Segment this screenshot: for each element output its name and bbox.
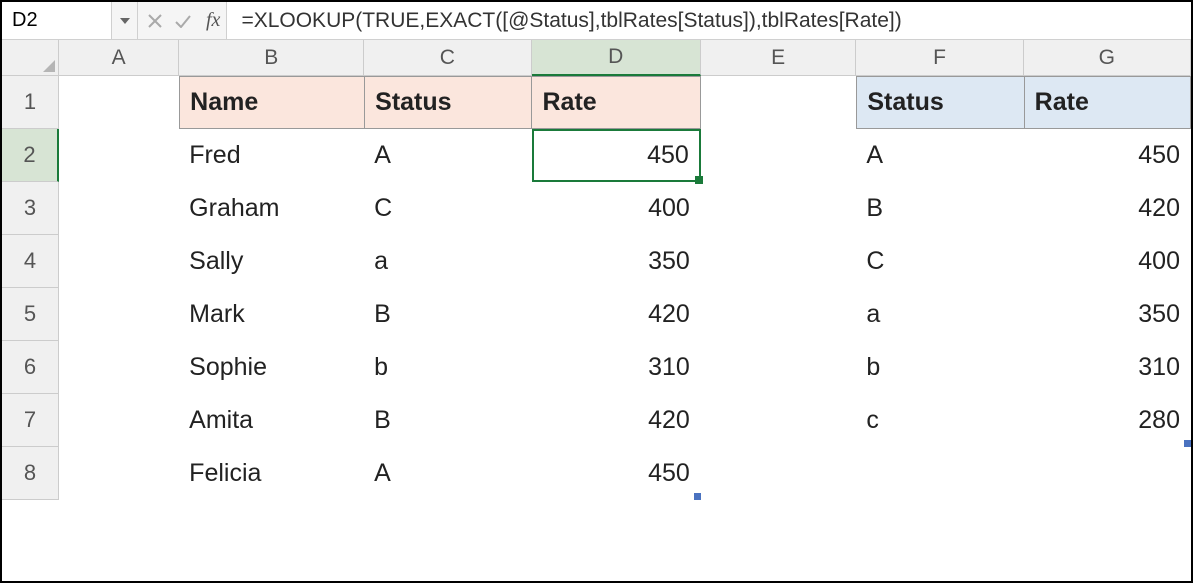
- column-headers: A B C D E F G: [2, 40, 1191, 76]
- cell-G4[interactable]: 400: [1024, 235, 1191, 288]
- cell-G7[interactable]: 280: [1024, 394, 1191, 447]
- cell-A6[interactable]: [59, 341, 179, 394]
- row-header-2[interactable]: 2: [2, 129, 59, 182]
- col-header-D[interactable]: D: [532, 40, 701, 76]
- cell-D3[interactable]: 400: [532, 182, 701, 235]
- cell-A1[interactable]: [59, 76, 179, 129]
- cell-A7[interactable]: [59, 394, 179, 447]
- table1-header-rate[interactable]: Rate: [531, 76, 700, 129]
- formula-bar: D2 fx =XLOOKUP(TRUE,EXACT([@Status],tblR…: [2, 2, 1191, 40]
- fx-button[interactable]: fx: [200, 2, 227, 39]
- row-2: 2 Fred A 450 A 450: [2, 129, 1191, 182]
- cancel-icon[interactable]: [142, 7, 168, 35]
- cell-D6[interactable]: 310: [532, 341, 701, 394]
- worksheet: A B C D E F G 1 Name Status Rate Status …: [2, 40, 1191, 500]
- cell-E5[interactable]: [701, 288, 857, 341]
- cell-B8[interactable]: Felicia: [179, 447, 364, 500]
- formula-input[interactable]: =XLOOKUP(TRUE,EXACT([@Status],tblRates[S…: [227, 2, 1191, 39]
- cell-B3[interactable]: Graham: [179, 182, 364, 235]
- cell-F6[interactable]: b: [856, 341, 1023, 394]
- formula-bar-buttons: [138, 2, 200, 39]
- cell-C4[interactable]: a: [364, 235, 531, 288]
- cell-G3[interactable]: 420: [1024, 182, 1191, 235]
- cell-A4[interactable]: [59, 235, 179, 288]
- cell-F3[interactable]: B: [856, 182, 1023, 235]
- table1-header-status[interactable]: Status: [364, 76, 531, 129]
- row-header-3[interactable]: 3: [2, 182, 59, 235]
- table2-header-rate[interactable]: Rate: [1024, 76, 1191, 129]
- cell-B5[interactable]: Mark: [179, 288, 364, 341]
- row-header-1[interactable]: 1: [2, 76, 59, 129]
- cell-F5[interactable]: a: [856, 288, 1023, 341]
- cell-F4[interactable]: C: [856, 235, 1023, 288]
- cell-A8[interactable]: [59, 447, 179, 500]
- cell-C2[interactable]: A: [364, 129, 531, 182]
- cell-D8[interactable]: 450: [532, 447, 701, 500]
- select-all-corner[interactable]: [2, 40, 59, 76]
- cell-C3[interactable]: C: [364, 182, 531, 235]
- cell-E1[interactable]: [701, 76, 857, 129]
- cell-D4[interactable]: 350: [532, 235, 701, 288]
- cell-G6[interactable]: 310: [1024, 341, 1191, 394]
- row-header-4[interactable]: 4: [2, 235, 59, 288]
- cell-B2[interactable]: Fred: [179, 129, 364, 182]
- cell-D2-selected[interactable]: 450: [532, 129, 701, 182]
- row-5: 5 Mark B 420 a 350: [2, 288, 1191, 341]
- col-header-F[interactable]: F: [856, 40, 1023, 76]
- cell-G5[interactable]: 350: [1024, 288, 1191, 341]
- cell-C7[interactable]: B: [364, 394, 531, 447]
- row-header-6[interactable]: 6: [2, 341, 59, 394]
- col-header-A[interactable]: A: [59, 40, 179, 76]
- row-7: 7 Amita B 420 c 280: [2, 394, 1191, 447]
- row-header-7[interactable]: 7: [2, 394, 59, 447]
- row-header-5[interactable]: 5: [2, 288, 59, 341]
- table2-header-status[interactable]: Status: [856, 76, 1023, 129]
- cell-E3[interactable]: [701, 182, 857, 235]
- row-3: 3 Graham C 400 B 420: [2, 182, 1191, 235]
- cell-A5[interactable]: [59, 288, 179, 341]
- row-4: 4 Sally a 350 C 400: [2, 235, 1191, 288]
- cell-F2[interactable]: A: [856, 129, 1023, 182]
- col-header-G[interactable]: G: [1024, 40, 1191, 76]
- cell-D5[interactable]: 420: [532, 288, 701, 341]
- table1-header-name[interactable]: Name: [179, 76, 364, 129]
- cell-B7[interactable]: Amita: [179, 394, 364, 447]
- cell-E4[interactable]: [701, 235, 857, 288]
- name-box[interactable]: D2: [2, 2, 112, 39]
- chevron-down-icon: [120, 18, 130, 24]
- cell-C8[interactable]: A: [364, 447, 531, 500]
- col-header-B[interactable]: B: [179, 40, 364, 76]
- cell-E6[interactable]: [701, 341, 857, 394]
- cell-E2[interactable]: [701, 129, 857, 182]
- col-header-C[interactable]: C: [364, 40, 531, 76]
- row-1: 1 Name Status Rate Status Rate: [2, 76, 1191, 129]
- row-6: 6 Sophie b 310 b 310: [2, 341, 1191, 394]
- enter-icon[interactable]: [170, 7, 196, 35]
- cell-C6[interactable]: b: [364, 341, 531, 394]
- cell-B6[interactable]: Sophie: [179, 341, 364, 394]
- cell-C5[interactable]: B: [364, 288, 531, 341]
- cell-G2[interactable]: 450: [1024, 129, 1191, 182]
- cell-G8[interactable]: [1024, 447, 1191, 500]
- cell-A2[interactable]: [59, 129, 179, 182]
- cell-E7[interactable]: [701, 394, 857, 447]
- cell-F8[interactable]: [856, 447, 1023, 500]
- cell-F7[interactable]: c: [856, 394, 1023, 447]
- cell-A3[interactable]: [59, 182, 179, 235]
- cell-B4[interactable]: Sally: [179, 235, 364, 288]
- cell-D7[interactable]: 420: [532, 394, 701, 447]
- row-header-8[interactable]: 8: [2, 447, 59, 500]
- row-8: 8 Felicia A 450: [2, 447, 1191, 500]
- cell-E8[interactable]: [701, 447, 857, 500]
- col-header-E[interactable]: E: [701, 40, 857, 76]
- name-box-dropdown[interactable]: [112, 2, 138, 39]
